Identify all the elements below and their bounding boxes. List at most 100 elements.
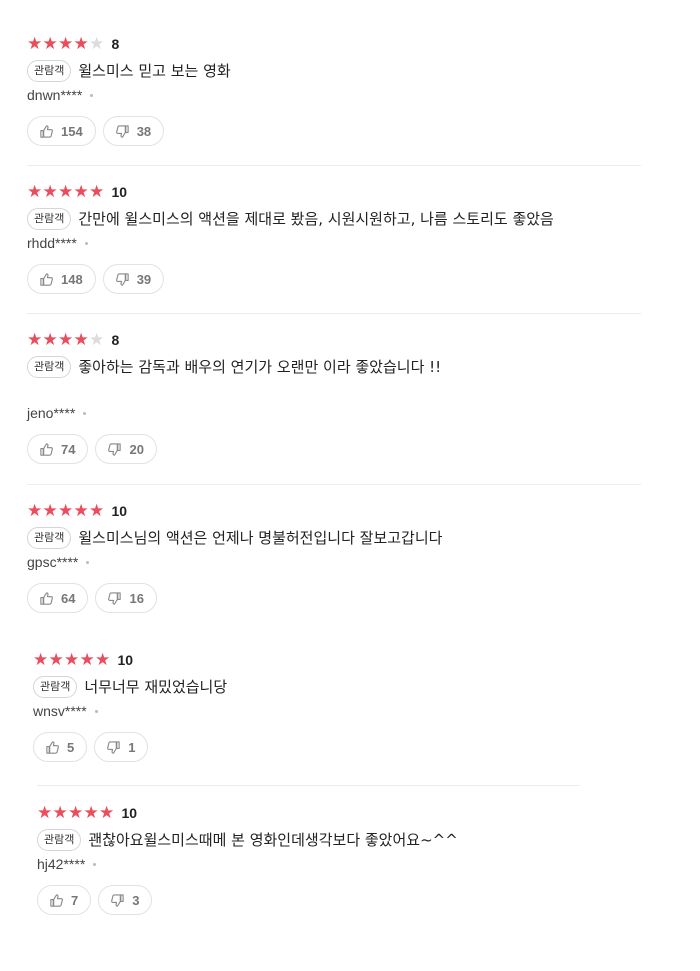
star-icon: ★ xyxy=(89,501,105,521)
like-count: 5 xyxy=(67,739,75,755)
vote-buttons: 5 1 xyxy=(33,732,593,762)
star-outline-icon: ★ xyxy=(89,330,105,350)
audience-badge: 관람객 xyxy=(27,60,72,82)
like-button[interactable]: 64 xyxy=(27,583,89,613)
star-icon: ★ xyxy=(58,330,74,350)
star-rating: ★ ★ ★ ★ ★ xyxy=(33,651,111,669)
star-icon: ★ xyxy=(42,34,58,54)
thumbs-down-icon xyxy=(115,272,130,287)
dislike-count: 38 xyxy=(136,123,152,139)
thumbs-up-icon xyxy=(39,272,54,287)
review-text: 괜찮아요윌스미스때메 본 영화인데생각보다 좋았어요~^^ xyxy=(88,831,458,849)
thumbs-down-icon xyxy=(107,591,122,606)
rating-score: 10 xyxy=(121,805,138,821)
author-id: jeno**** xyxy=(27,405,76,421)
rating: ★ ★ ★ ★ ★ 10 xyxy=(27,502,641,520)
star-icon: ★ xyxy=(95,650,111,670)
dislike-button[interactable]: 16 xyxy=(95,583,157,613)
review-content: 관람객 좋아하는 감독과 배우의 연기가 오랜만 이라 좋았습니다 !! xyxy=(27,356,641,378)
like-count: 154 xyxy=(61,123,83,139)
star-outline-icon: ★ xyxy=(89,34,105,54)
dislike-button[interactable]: 39 xyxy=(102,264,165,294)
review-meta: gpsc**** xyxy=(27,553,641,571)
review-text: 윌스미스 믿고 보는 영화 xyxy=(78,62,231,80)
star-icon: ★ xyxy=(58,501,74,521)
star-icon: ★ xyxy=(42,182,58,202)
star-icon: ★ xyxy=(37,803,53,823)
like-count: 64 xyxy=(61,590,76,606)
review-content: 관람객 윌스미스님의 액션은 언제나 명불허전입니다 잘보고갑니다 xyxy=(27,527,641,549)
review-meta: dnwn**** xyxy=(27,86,641,104)
star-icon: ★ xyxy=(73,34,89,54)
star-icon: ★ xyxy=(58,34,74,54)
meta-dot xyxy=(90,93,94,97)
rating: ★ ★ ★ ★ ★ 10 xyxy=(33,651,593,669)
star-icon: ★ xyxy=(52,803,68,823)
like-button[interactable]: 7 xyxy=(37,885,92,915)
dislike-button[interactable]: 20 xyxy=(95,434,157,464)
review-item: ★ ★ ★ ★ ★ 10 관람객 간만에 윌스미스의 액션을 제대로 봤음, 시원시원하… xyxy=(27,183,641,294)
audience-badge: 관람객 xyxy=(33,676,78,698)
like-count: 7 xyxy=(71,892,79,908)
divider xyxy=(27,484,641,485)
vote-buttons: 148 39 xyxy=(27,264,641,294)
divider xyxy=(27,313,641,314)
rating-score: 8 xyxy=(111,332,120,348)
like-button[interactable]: 154 xyxy=(27,116,96,146)
thumbs-down-icon xyxy=(106,740,121,755)
dislike-button[interactable]: 3 xyxy=(98,885,153,915)
like-count: 148 xyxy=(61,271,83,287)
star-icon: ★ xyxy=(27,34,43,54)
review-meta: wnsv**** xyxy=(33,702,593,720)
rating-score: 10 xyxy=(117,652,134,668)
dislike-count: 3 xyxy=(132,892,140,908)
divider xyxy=(37,785,580,786)
audience-badge: 관람객 xyxy=(27,527,72,549)
review-text: 간만에 윌스미스의 액션을 제대로 봤음, 시원시원하고, 나름 스토리도 좋았… xyxy=(78,210,554,228)
star-icon: ★ xyxy=(42,330,58,350)
divider xyxy=(27,165,641,166)
star-icon: ★ xyxy=(89,182,105,202)
like-button[interactable]: 148 xyxy=(27,264,96,294)
review-meta: rhdd**** xyxy=(27,234,641,252)
review-item: ★ ★ ★ ★ ★ 8 관람객 좋아하는 감독과 배우의 연기가 오랜만 이라 좋았습니… xyxy=(27,331,641,464)
dislike-button[interactable]: 38 xyxy=(102,116,165,146)
star-rating: ★ ★ ★ ★ ★ xyxy=(27,183,105,201)
thumbs-down-icon xyxy=(115,124,130,139)
star-rating: ★ ★ ★ ★ ★ xyxy=(27,331,105,349)
review-text: 너무너무 재밌었습니당 xyxy=(84,678,228,696)
star-icon: ★ xyxy=(27,501,43,521)
star-rating: ★ ★ ★ ★ ★ xyxy=(37,804,115,822)
author-id: gpsc**** xyxy=(27,554,79,570)
star-icon: ★ xyxy=(42,501,58,521)
vote-buttons: 64 16 xyxy=(27,583,641,613)
author-id: hj42**** xyxy=(37,856,86,872)
dislike-count: 39 xyxy=(136,271,152,287)
review-item: ★ ★ ★ ★ ★ 10 관람객 윌스미스님의 액션은 언제나 명불허전입니다 잘보고갑… xyxy=(27,502,641,613)
meta-dot xyxy=(93,862,97,866)
like-button[interactable]: 74 xyxy=(27,434,89,464)
review-text: 좋아하는 감독과 배우의 연기가 오랜만 이라 좋았습니다 !! xyxy=(78,358,442,376)
rating-score: 10 xyxy=(111,184,128,200)
review-meta: jeno**** xyxy=(27,404,641,422)
star-icon: ★ xyxy=(79,650,95,670)
star-icon: ★ xyxy=(48,650,64,670)
dislike-count: 16 xyxy=(129,590,144,606)
star-rating: ★ ★ ★ ★ ★ xyxy=(27,502,105,520)
review-meta: hj42**** xyxy=(37,855,597,873)
dislike-count: 20 xyxy=(129,441,144,457)
rating: ★ ★ ★ ★ ★ 10 xyxy=(27,183,641,201)
audience-badge: 관람객 xyxy=(37,829,82,851)
like-button[interactable]: 5 xyxy=(33,732,88,762)
star-icon: ★ xyxy=(73,501,89,521)
dislike-count: 1 xyxy=(128,739,136,755)
star-rating: ★ ★ ★ ★ ★ xyxy=(27,35,105,53)
vote-buttons: 154 38 xyxy=(27,116,641,146)
thumbs-up-icon xyxy=(45,740,60,755)
rating-score: 8 xyxy=(111,36,120,52)
review-content: 관람객 괜찮아요윌스미스때메 본 영화인데생각보다 좋았어요~^^ xyxy=(37,829,597,851)
thumbs-up-icon xyxy=(39,591,54,606)
dislike-button[interactable]: 1 xyxy=(94,732,149,762)
meta-dot xyxy=(83,411,87,415)
meta-dot xyxy=(84,241,88,245)
